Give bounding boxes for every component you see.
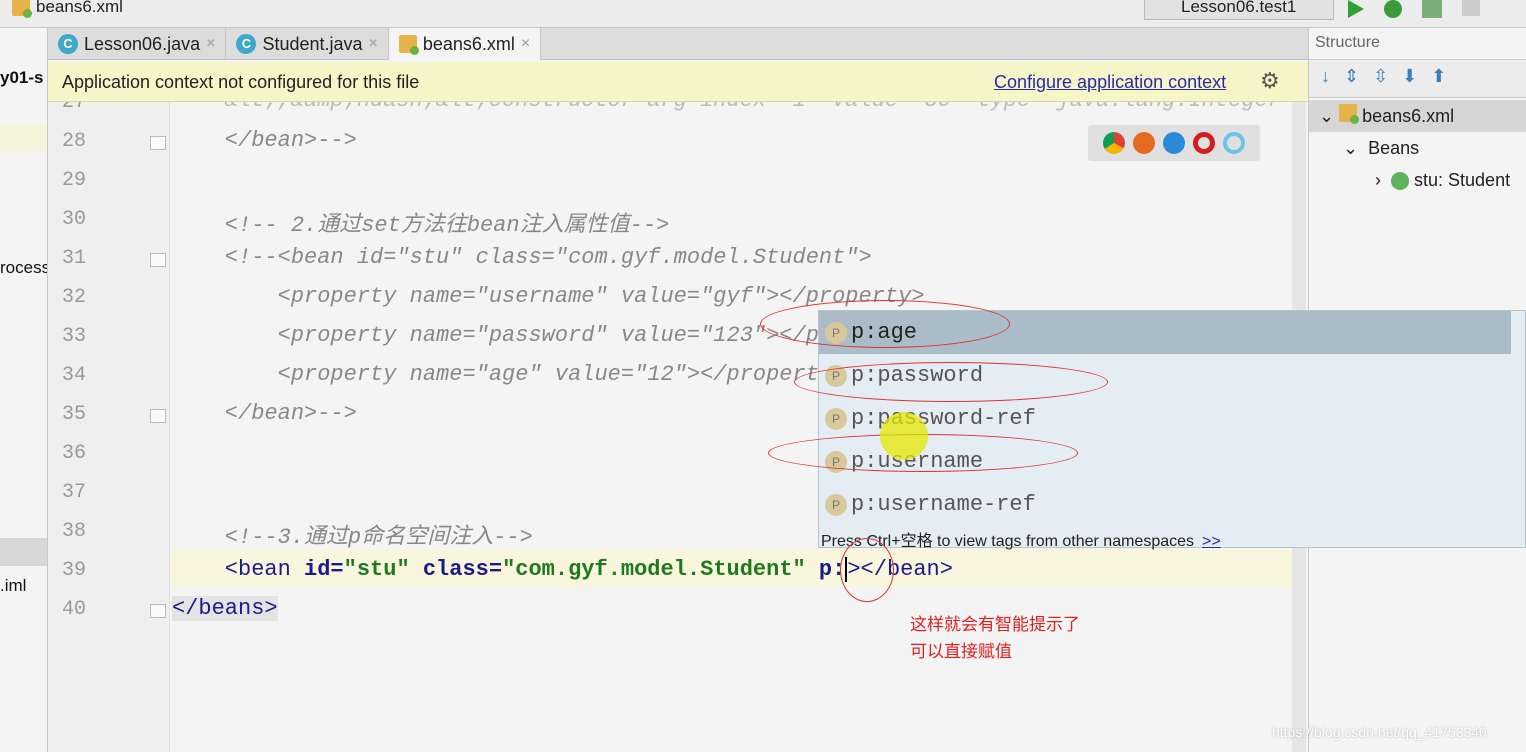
project-item[interactable]: y01-s: [0, 68, 43, 88]
tab-label: beans6.xml: [422, 33, 515, 54]
notification-message: Application context not configured for t…: [62, 72, 420, 92]
structure-toolbar[interactable]: ↓⇕⇳⬇⬆: [1309, 60, 1526, 98]
configure-context-link[interactable]: Configure application context: [994, 72, 1226, 93]
xml-file-icon: [398, 35, 419, 55]
code-line: <!-- 2.通过set方法往bean注入属性值-->: [172, 213, 670, 238]
code-token-id-attr: id=: [304, 557, 344, 582]
xml-file-icon: [1339, 104, 1360, 124]
tree-root[interactable]: ⌄ beans6.xml: [1319, 104, 1454, 127]
code-line: <bean id="stu" class="com.gyf.model.Stud…: [172, 557, 953, 582]
line-number: 33: [61, 325, 86, 348]
line-number: 29: [61, 169, 86, 192]
fold-marker[interactable]: [150, 409, 166, 423]
tree-bean[interactable]: › stu: Student: [1375, 170, 1510, 191]
code-line: <property name="age" value="12"></proper…: [172, 362, 846, 387]
stop-icon[interactable]: [1462, 0, 1480, 16]
cursor-highlight: [880, 412, 928, 460]
opera-icon[interactable]: [1193, 132, 1215, 154]
tree-group-label: Beans: [1368, 138, 1420, 158]
code-line: <!--3.通过p命名空间注入-->: [172, 525, 533, 550]
completion-label: p:username-ref: [851, 492, 1036, 517]
line-number: 34: [61, 364, 86, 387]
project-item[interactable]: rocess: [0, 258, 47, 278]
code-token-tag-open: <bean: [172, 557, 305, 582]
line-number: 31: [61, 247, 86, 270]
close-icon[interactable]: ×: [521, 35, 530, 53]
breadcrumb-file[interactable]: beans6.xml: [36, 0, 123, 17]
tab-student-java[interactable]: C Student.java ×: [226, 28, 389, 60]
run-icon[interactable]: [1348, 0, 1364, 18]
line-number: 39: [61, 559, 86, 582]
breadcrumb[interactable]: beans6.xml: [12, 0, 123, 18]
tab-label: Student.java: [262, 33, 363, 54]
notification-bar: Application context not configured for t…: [48, 62, 1308, 102]
tab-lesson06-java[interactable]: C Lesson06.java ×: [48, 28, 227, 60]
java-class-icon: C: [58, 34, 78, 54]
line-number: 40: [61, 598, 86, 621]
completion-item[interactable]: Pp:username-ref: [819, 483, 1511, 526]
tree-group[interactable]: ⌄ Beans: [1343, 138, 1419, 159]
navigation-bar: beans6.xml Lesson06.test1: [0, 0, 1526, 28]
annotation-text: 这样就会有智能提示了: [910, 615, 1080, 634]
xml-file-icon: [12, 0, 32, 18]
tree-root-label: beans6.xml: [1362, 106, 1455, 126]
close-icon[interactable]: ×: [369, 35, 378, 53]
tab-label: Lesson06.java: [84, 33, 201, 54]
project-item[interactable]: .iml: [0, 576, 26, 596]
run-config-select[interactable]: Lesson06.test1: [1144, 0, 1334, 20]
completion-label: p:password-ref: [851, 406, 1036, 431]
firefox-icon[interactable]: [1133, 132, 1155, 154]
chrome-icon[interactable]: [1103, 132, 1125, 154]
fold-marker[interactable]: [150, 136, 166, 150]
close-icon[interactable]: ×: [206, 35, 215, 53]
annotation-ellipse: [840, 538, 894, 602]
code-token-id-val: "stu": [343, 557, 410, 582]
coverage-icon[interactable]: [1422, 0, 1442, 18]
annotation-ellipse: [794, 362, 1108, 402]
code-token-class-val: "com.gyf.model.Student": [502, 557, 806, 582]
safari-icon[interactable]: [1163, 132, 1185, 154]
watermark: https://blog.csdn.net/qq_41753340: [1272, 724, 1487, 740]
gear-icon[interactable]: ⚙: [1260, 68, 1280, 94]
property-icon: P: [825, 407, 847, 430]
spring-bean-icon: [1391, 172, 1409, 191]
selected-row[interactable]: [0, 124, 47, 152]
line-number: 36: [61, 442, 86, 465]
more-namespaces-link[interactable]: >>: [1202, 533, 1221, 550]
line-number: 30: [61, 208, 86, 231]
fold-marker[interactable]: [150, 253, 166, 267]
fold-marker[interactable]: [150, 604, 166, 618]
line-number: 32: [61, 286, 86, 309]
line-number: 35: [61, 403, 86, 426]
code-line: <!--<bean id="stu" class="com.gyf.model.…: [172, 245, 872, 270]
tree-bean-label: stu: Student: [1414, 170, 1511, 190]
property-icon: P: [825, 493, 847, 516]
annotation-ellipse: [760, 300, 1010, 348]
selected-row[interactable]: [0, 538, 47, 566]
code-token-class-attr: class=: [409, 557, 503, 582]
tab-beans6-xml[interactable]: beans6.xml ×: [388, 28, 542, 60]
editor-tabs: C Lesson06.java × C Student.java × beans6.xm…: [48, 28, 1308, 60]
debug-icon[interactable]: [1384, 0, 1402, 18]
line-number: 37: [61, 481, 86, 504]
line-number: 28: [61, 130, 86, 153]
line-number: 38: [61, 520, 86, 543]
code-line: </bean>-->: [172, 401, 357, 426]
java-class-icon: C: [236, 34, 257, 54]
line-gutter: [48, 102, 170, 752]
browser-bar: [1088, 125, 1260, 161]
code-line: </bean>-->: [172, 128, 357, 153]
project-panel: y01-s rocess .iml: [0, 28, 48, 752]
structure-title: Structure: [1309, 28, 1526, 60]
ie-icon[interactable]: [1223, 132, 1245, 154]
code-line: </beans>: [172, 596, 278, 621]
annotation-text: 可以直接赋值: [910, 642, 1012, 661]
